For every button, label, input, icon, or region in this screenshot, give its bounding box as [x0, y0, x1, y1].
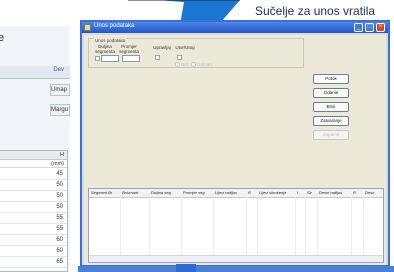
column-divider — [246, 197, 247, 255]
column-divider — [351, 197, 352, 255]
radio-naz-label: Naz — [181, 62, 190, 67]
column-divider — [295, 197, 296, 255]
column-header[interactable]: Desn — [365, 189, 383, 197]
fillet-label: Upravljaj — [153, 45, 171, 50]
minimize-button[interactable]: _ — [354, 23, 363, 32]
radio-izdrzan[interactable] — [191, 62, 196, 67]
dialog-window: Unos podataka _ □ × Unos podataka Duljin… — [80, 20, 390, 267]
izdanie-button[interactable]: Izdanie — [313, 88, 349, 98]
window-title: Unos podataka — [94, 23, 135, 29]
column-divider — [149, 197, 150, 255]
column-header[interactable]: Lijevi skrošenje — [259, 189, 293, 197]
segment-length-input[interactable] — [101, 55, 119, 62]
segments-grid[interactable]: Segment Br Br/umant Duljina seg Promjer … — [88, 188, 384, 263]
close-button[interactable]: × — [376, 23, 385, 32]
dialog-client-area: Unos podataka Duljina segmenta Promjer s… — [84, 35, 386, 265]
bottom-accent-block — [176, 264, 196, 272]
zapamti-button[interactable]: Zapamti — [313, 130, 349, 140]
segment-diameter-label: Promjer segmenta — [119, 44, 139, 54]
app-icon — [84, 24, 91, 31]
column-header[interactable]: Lijevi radijus — [215, 189, 245, 197]
horizontal-scrollbar[interactable] — [89, 255, 383, 262]
brisi-button[interactable]: Brisi — [313, 102, 349, 112]
zatvaranje-button[interactable]: Zatvaranje — [313, 116, 349, 126]
fillet-checkbox[interactable] — [155, 55, 160, 60]
groove-checkbox[interactable] — [177, 55, 182, 60]
segment-length-label: Duljina segmenta — [95, 44, 115, 54]
segment-checkbox[interactable] — [95, 56, 100, 61]
column-header[interactable]: Promjer seg — [183, 189, 211, 197]
potok-button[interactable]: Potok — [313, 74, 349, 84]
segment-diameter-input[interactable] — [122, 55, 140, 62]
column-header[interactable]: Desni radijus — [319, 189, 349, 197]
column-divider — [181, 197, 182, 255]
column-header[interactable]: Sir — [307, 189, 317, 197]
input-group: Unos podataka Duljina segmenta Promjer s… — [88, 38, 304, 68]
column-divider — [363, 197, 364, 255]
maximize-button[interactable]: □ — [365, 23, 374, 32]
column-header[interactable]: Segment Br — [91, 189, 117, 197]
column-divider — [120, 197, 121, 255]
bottom-accent-bar — [78, 266, 394, 272]
caption: Sučelje za unos vratila — [255, 4, 376, 18]
radio-izdrzan-label: Izdrzan — [197, 62, 212, 67]
radio-naz[interactable] — [175, 62, 180, 67]
groove-label: Utor/Utog — [175, 45, 195, 50]
column-divider — [317, 197, 318, 255]
column-divider — [213, 197, 214, 255]
title-bar: Unos podataka _ □ × — [82, 22, 388, 33]
column-header[interactable]: R — [248, 189, 254, 197]
column-header[interactable]: R — [353, 189, 359, 197]
column-header[interactable]: Duljina seg — [151, 189, 179, 197]
column-divider — [305, 197, 306, 255]
grid-header: Segment Br Br/umant Duljina seg Promjer … — [89, 189, 383, 198]
group-label: Unos podataka — [94, 38, 127, 43]
column-header[interactable]: l — [297, 189, 303, 197]
column-divider — [257, 197, 258, 255]
column-header[interactable]: Br/umant — [122, 189, 146, 197]
